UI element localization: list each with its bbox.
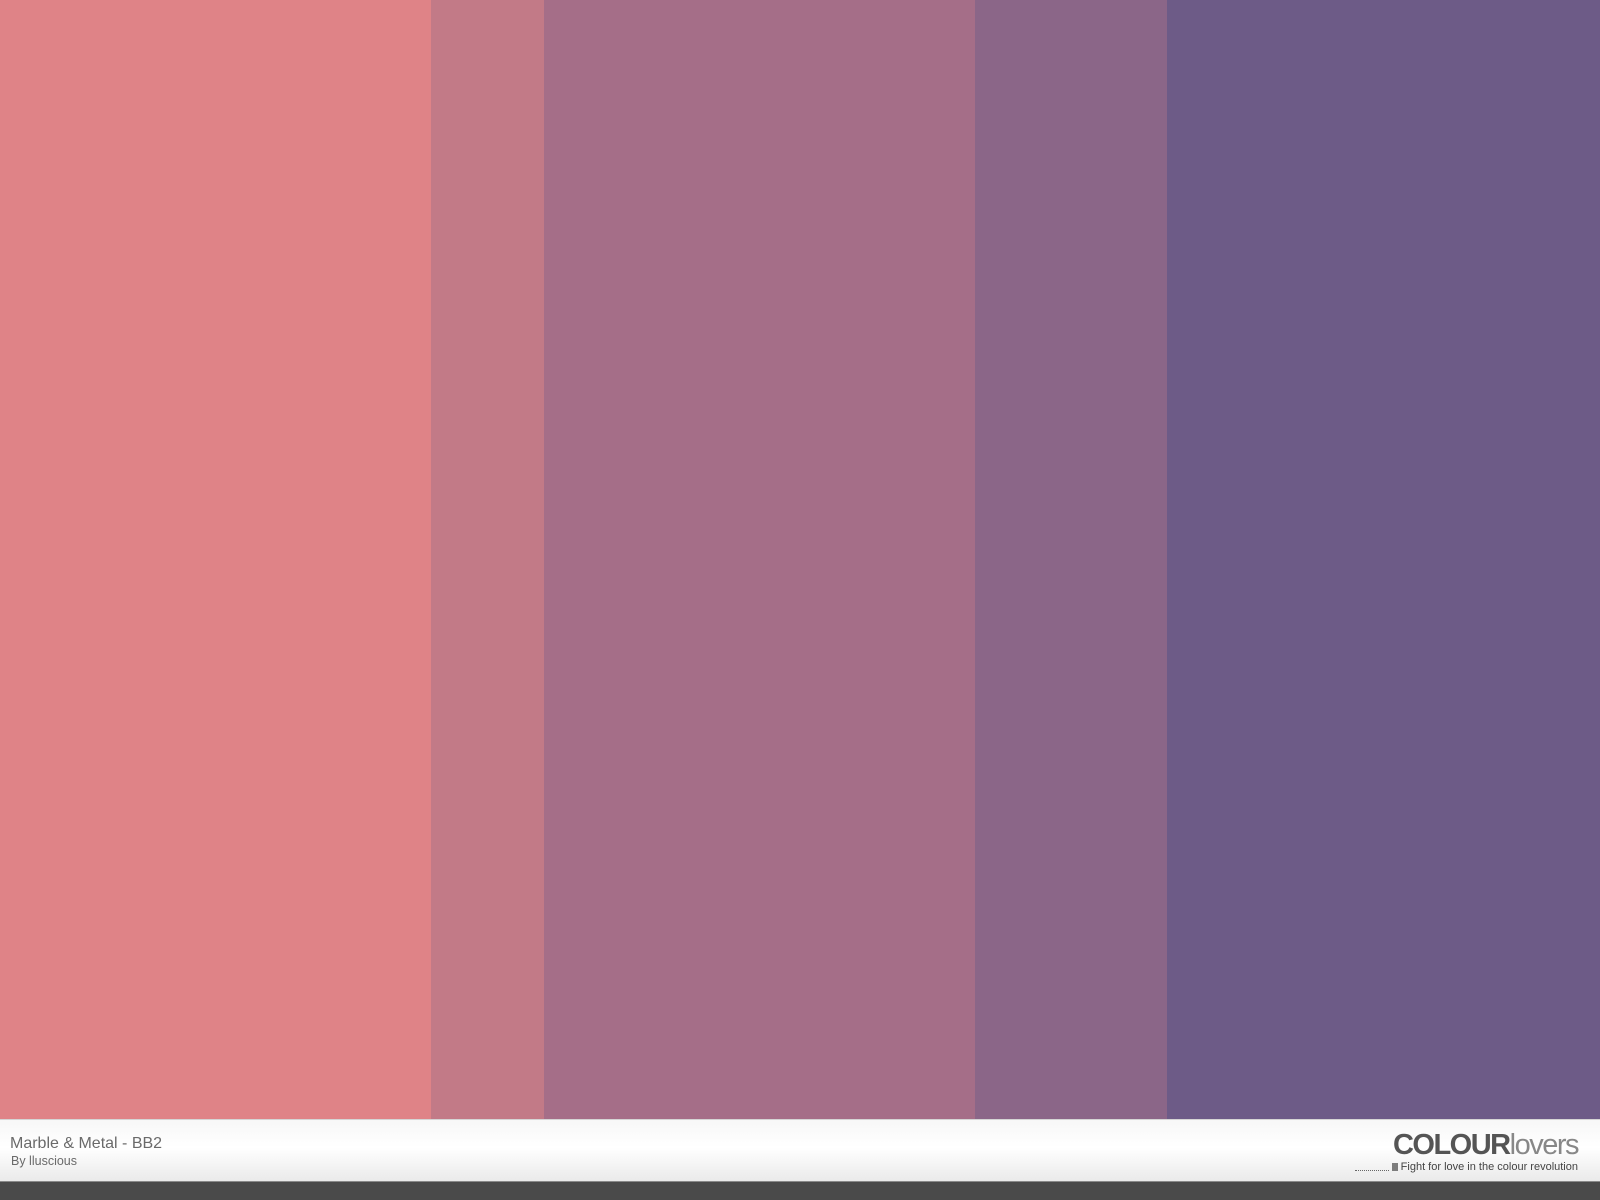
- color-swatch-5[interactable]: [1167, 0, 1600, 1119]
- palette-swatches: [0, 0, 1600, 1119]
- palette-page: Marble & Metal - BB2 By lluscious COLOUR…: [0, 0, 1600, 1200]
- palette-footer: Marble & Metal - BB2 By lluscious COLOUR…: [0, 1119, 1600, 1181]
- brand-name-bold: COLOUR: [1392, 1129, 1511, 1161]
- color-swatch-4[interactable]: [975, 0, 1167, 1119]
- dotted-line-icon: [1354, 1164, 1389, 1171]
- color-swatch-1[interactable]: [0, 0, 431, 1119]
- brand-tagline: Fight for love in the colour revolution: [1400, 1161, 1578, 1173]
- dot-grid-icon: [1391, 1163, 1398, 1171]
- color-swatch-3[interactable]: [544, 0, 975, 1119]
- palette-author[interactable]: By lluscious: [11, 1154, 77, 1168]
- palette-title: Marble & Metal - BB2: [10, 1135, 163, 1152]
- brand-wordmark: COLOURlovers: [1392, 1129, 1580, 1161]
- colourlovers-logo[interactable]: COLOURlovers Fight for love in the colou…: [1338, 1129, 1580, 1174]
- bottom-bar: [0, 1181, 1600, 1200]
- brand-name-light: lovers: [1509, 1129, 1580, 1161]
- color-swatch-2[interactable]: [431, 0, 544, 1119]
- brand-tagline-row: Fight for love in the colour revolution: [1354, 1161, 1578, 1173]
